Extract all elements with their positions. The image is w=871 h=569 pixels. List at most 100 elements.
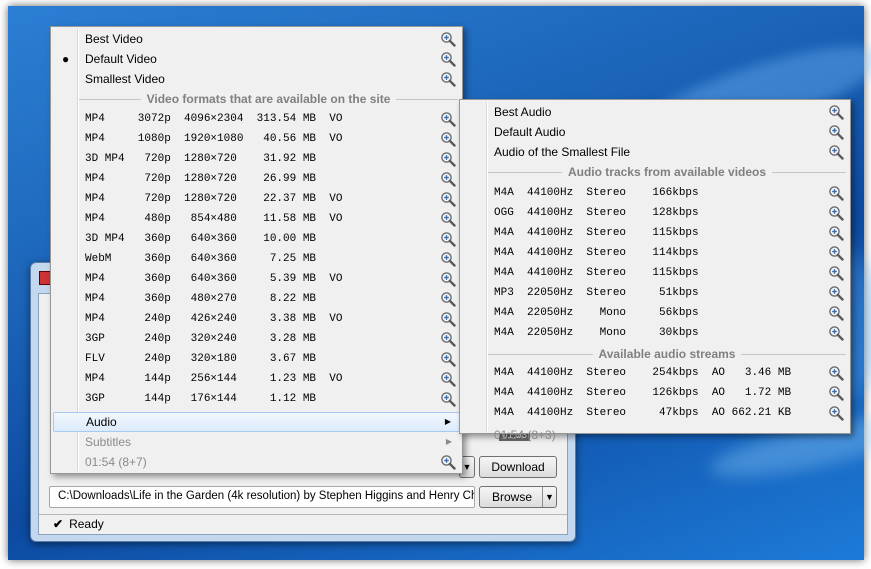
magnifier-plus-icon[interactable] [440,31,456,47]
video-preset-item[interactable]: Default Video ● [53,49,460,69]
video-preset-item[interactable]: Best Video [53,29,460,49]
status-text: Ready [69,517,104,531]
audio-preset-item[interactable]: Audio of the Smallest File [462,142,848,162]
audio-menu-footer[interactable]: 01:54 (8+3) [462,425,848,445]
menu-item-label: M4A 44100Hz Stereo 115kbps [494,267,699,279]
audio-track-item[interactable]: OGG 44100Hz Stereo 128kbps [462,203,848,223]
menu-item-label: MP4 3072p 4096×2304 313.54 MB VO [85,113,343,125]
audio-track-item[interactable]: M4A 44100Hz Stereo 115kbps [462,223,848,243]
video-format-item[interactable]: MP4 360p 640×360 5.39 MB VO [53,269,460,289]
magnifier-plus-icon[interactable] [440,171,456,187]
audio-track-item[interactable]: M4A 22050Hz Mono 30kbps [462,323,848,343]
menu-item-label: Audio of the Smallest File [494,145,631,159]
menu-item-label: Smallest Video [85,72,165,86]
magnifier-plus-icon[interactable] [440,371,456,387]
menu-item-label: 3GP 144p 176×144 1.12 MB [85,393,317,405]
menu-item-label: MP4 720p 1280×720 22.37 MB VO [85,193,343,205]
magnifier-plus-icon[interactable] [440,191,456,207]
audio-stream-item[interactable]: M4A 44100Hz Stereo 254kbps AO 3.46 MB [462,363,848,383]
magnifier-plus-icon[interactable] [440,111,456,127]
menu-item-label: M4A 44100Hz Stereo 115kbps [494,227,699,239]
audio-submenu-item[interactable]: Audio ▶ [53,412,460,432]
browse-button[interactable]: Browse ▼ [479,486,557,508]
video-format-item[interactable]: MP4 240p 426×240 3.38 MB VO [53,309,460,329]
menu-item-label: Audio [86,415,117,429]
menu-item-label: MP4 360p 640×360 5.39 MB VO [85,273,343,285]
magnifier-plus-icon[interactable] [440,211,456,227]
audio-track-item[interactable]: M4A 44100Hz Stereo 115kbps [462,263,848,283]
magnifier-plus-icon[interactable] [440,351,456,367]
magnifier-plus-icon[interactable] [828,104,844,120]
magnifier-plus-icon[interactable] [440,251,456,267]
video-preset-item[interactable]: Smallest Video [53,69,460,89]
chevron-down-icon[interactable]: ▼ [542,487,556,507]
magnifier-plus-icon[interactable] [828,225,844,241]
audio-stream-item[interactable]: M4A 44100Hz Stereo 47kbps AO 662.21 KB [462,403,848,423]
magnifier-plus-icon[interactable] [828,385,844,401]
menu-item-label: FLV 240p 320×180 3.67 MB [85,353,317,365]
audio-preset-item[interactable]: Best Audio [462,102,848,122]
magnifier-plus-icon[interactable] [828,265,844,281]
audio-format-submenu: Best Audio Default Audio Audio of the Smal… [459,99,851,442]
video-format-item[interactable]: 3GP 144p 176×144 1.12 MB [53,389,460,409]
menu-item-label: 3D MP4 360p 640×360 10.00 MB [85,233,317,245]
audio-track-item[interactable]: M4A 44100Hz Stereo 114kbps [462,243,848,263]
video-format-item[interactable]: 3D MP4 720p 1280×720 31.92 MB [53,149,460,169]
video-format-item[interactable]: 3GP 240p 320×240 3.28 MB [53,329,460,349]
video-format-item[interactable]: MP4 720p 1280×720 26.99 MB [53,169,460,189]
magnifier-plus-icon[interactable] [440,291,456,307]
menu-item-label: MP4 144p 256×144 1.23 MB VO [85,373,343,385]
video-format-item[interactable]: WebM 360p 640×360 7.25 MB [53,249,460,269]
magnifier-plus-icon[interactable] [440,151,456,167]
check-icon: ✔ [53,517,64,531]
menu-section-header: Available audio streams [488,345,847,363]
magnifier-plus-icon[interactable] [440,131,456,147]
magnifier-plus-icon[interactable] [440,331,456,347]
audio-stream-item[interactable]: M4A 44100Hz Stereo 126kbps AO 1.72 MB [462,383,848,403]
video-format-item[interactable]: 3D MP4 360p 640×360 10.00 MB [53,229,460,249]
save-path-field[interactable]: C:\Downloads\Life in the Garden (4k reso… [49,486,475,508]
menu-item-label: Default Video [85,52,157,66]
magnifier-plus-icon[interactable] [828,144,844,160]
magnifier-plus-icon[interactable] [828,305,844,321]
magnifier-plus-icon[interactable] [440,454,456,470]
magnifier-plus-icon[interactable] [440,391,456,407]
magnifier-plus-icon[interactable] [440,311,456,327]
section-header-label: Video formats that are available on the … [146,92,391,106]
video-format-item[interactable]: MP4 144p 256×144 1.23 MB VO [53,369,460,389]
magnifier-plus-icon[interactable] [828,185,844,201]
magnifier-plus-icon[interactable] [440,51,456,67]
audio-track-item[interactable]: M4A 44100Hz Stereo 166kbps [462,183,848,203]
menu-item-label: 01:54 (8+3) [494,428,556,442]
selected-bullet-icon: ● [62,52,70,66]
download-button[interactable]: Download [479,456,557,478]
magnifier-plus-icon[interactable] [440,71,456,87]
audio-preset-item[interactable]: Default Audio [462,122,848,142]
menu-item-label: MP4 360p 480×270 8.22 MB [85,293,317,305]
menu-item-label: MP4 240p 426×240 3.38 MB VO [85,313,343,325]
status-bar: ✔ Ready [39,514,567,534]
video-format-item[interactable]: FLV 240p 320×180 3.67 MB [53,349,460,369]
magnifier-plus-icon[interactable] [828,285,844,301]
menu-item-label: M4A 22050Hz Mono 30kbps [494,327,699,339]
magnifier-plus-icon[interactable] [828,205,844,221]
audio-track-item[interactable]: M4A 22050Hz Mono 56kbps [462,303,848,323]
video-format-item[interactable]: MP4 720p 1280×720 22.37 MB VO [53,189,460,209]
magnifier-plus-icon[interactable] [828,365,844,381]
video-format-item[interactable]: MP4 1080p 1920×1080 40.56 MB VO [53,129,460,149]
magnifier-plus-icon[interactable] [440,231,456,247]
magnifier-plus-icon[interactable] [828,245,844,261]
menu-item-label: OGG 44100Hz Stereo 128kbps [494,207,699,219]
video-format-item[interactable]: MP4 480p 854×480 11.58 MB VO [53,209,460,229]
menu-item-label: 3D MP4 720p 1280×720 31.92 MB [85,153,317,165]
video-format-item[interactable]: MP4 360p 480×270 8.22 MB [53,289,460,309]
magnifier-plus-icon[interactable] [828,405,844,421]
subtitles-submenu-item[interactable]: Subtitles ▶ [53,432,460,452]
video-menu-footer[interactable]: 01:54 (8+7) [53,452,460,472]
video-format-item[interactable]: MP4 3072p 4096×2304 313.54 MB VO [53,109,460,129]
magnifier-plus-icon[interactable] [828,124,844,140]
audio-track-item[interactable]: MP3 22050Hz Stereo 51kbps [462,283,848,303]
magnifier-plus-icon[interactable] [828,325,844,341]
magnifier-plus-icon[interactable] [440,271,456,287]
menu-item-label: MP4 720p 1280×720 26.99 MB [85,173,317,185]
